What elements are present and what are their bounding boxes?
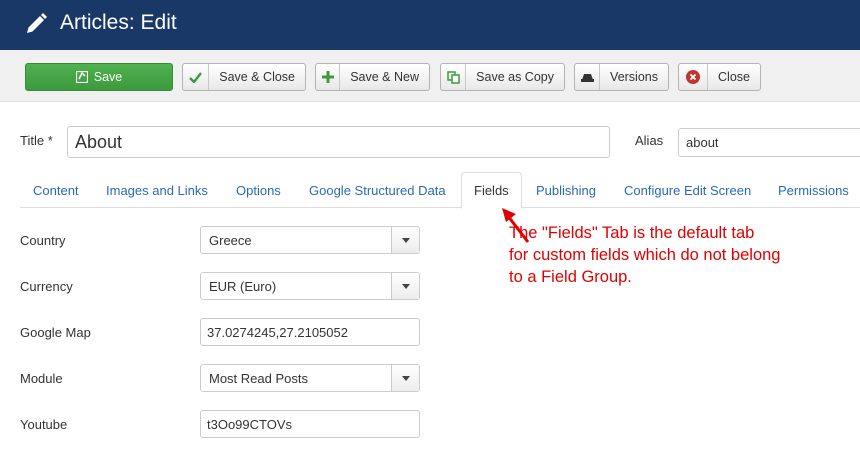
chevron-down-icon <box>391 227 419 253</box>
google-map-label: Google Map <box>20 325 91 340</box>
annotation-line-1: The "Fields" Tab is the default tab <box>509 224 755 242</box>
tab-permissions[interactable]: Permissions <box>778 172 849 208</box>
save-close-button[interactable]: Save & Close <box>182 63 306 91</box>
title-row: Title * About Alias about <box>0 126 860 158</box>
tab-configure-edit-screen[interactable]: Configure Edit Screen <box>624 172 751 208</box>
versions-label: Versions <box>610 70 658 84</box>
currency-label: Currency <box>20 279 73 294</box>
pencil-icon <box>27 13 47 33</box>
currency-value: EUR (Euro) <box>209 278 277 294</box>
close-label: Close <box>718 70 750 84</box>
archive-icon <box>575 64 601 90</box>
annotation-line-3: to a Field Group. <box>509 268 632 286</box>
chevron-down-icon <box>391 273 419 299</box>
google-map-input[interactable]: 37.0274245,27.2105052 <box>200 318 420 346</box>
page-header: Articles: Edit <box>0 0 860 50</box>
country-label: Country <box>20 233 66 248</box>
youtube-label: Youtube <box>20 417 68 432</box>
save-as-copy-label: Save as Copy <box>476 70 554 84</box>
tab-images-and-links[interactable]: Images and Links <box>106 172 208 208</box>
save-icon <box>75 64 88 90</box>
save-button[interactable]: Save <box>25 63 173 91</box>
currency-select[interactable]: EUR (Euro) <box>200 272 420 300</box>
close-circle-icon <box>679 64 709 90</box>
tab-options[interactable]: Options <box>236 172 281 208</box>
country-value: Greece <box>209 232 252 248</box>
chevron-down-icon <box>391 365 419 391</box>
alias-label: Alias <box>635 133 664 148</box>
youtube-input[interactable]: t3Oo99CTOVs <box>200 410 420 438</box>
versions-button[interactable]: Versions <box>574 63 669 91</box>
module-label: Module <box>20 371 63 386</box>
save-close-label: Save & Close <box>219 70 295 84</box>
save-new-button[interactable]: Save & New <box>315 63 430 91</box>
annotation-line-2: for custom fields which do not belong <box>509 246 781 264</box>
module-value: Most Read Posts <box>209 370 308 386</box>
tab-google-structured-data[interactable]: Google Structured Data <box>309 172 446 208</box>
close-button[interactable]: Close <box>678 63 761 91</box>
title-label: Title * <box>20 133 53 148</box>
tab-bar: Content Images and Links Options Google … <box>20 172 860 209</box>
module-select[interactable]: Most Read Posts <box>200 364 420 392</box>
country-select[interactable]: Greece <box>200 226 420 254</box>
save-button-label: Save <box>93 70 123 84</box>
page-title: Articles: Edit <box>60 11 177 34</box>
title-input[interactable]: About <box>67 126 610 158</box>
alias-input[interactable]: about <box>678 128 860 157</box>
save-new-label: Save & New <box>350 70 419 84</box>
save-as-copy-button[interactable]: Save as Copy <box>440 63 565 91</box>
plus-icon <box>316 64 341 90</box>
tab-publishing[interactable]: Publishing <box>536 172 596 208</box>
copy-icon <box>441 64 467 90</box>
tab-content[interactable]: Content <box>33 172 79 208</box>
annotation-text: The "Fields" Tab is the default tab for … <box>509 222 839 288</box>
check-icon <box>183 64 210 90</box>
toolbar: Save Save & Close Save & New Save as Cop… <box>0 50 860 102</box>
